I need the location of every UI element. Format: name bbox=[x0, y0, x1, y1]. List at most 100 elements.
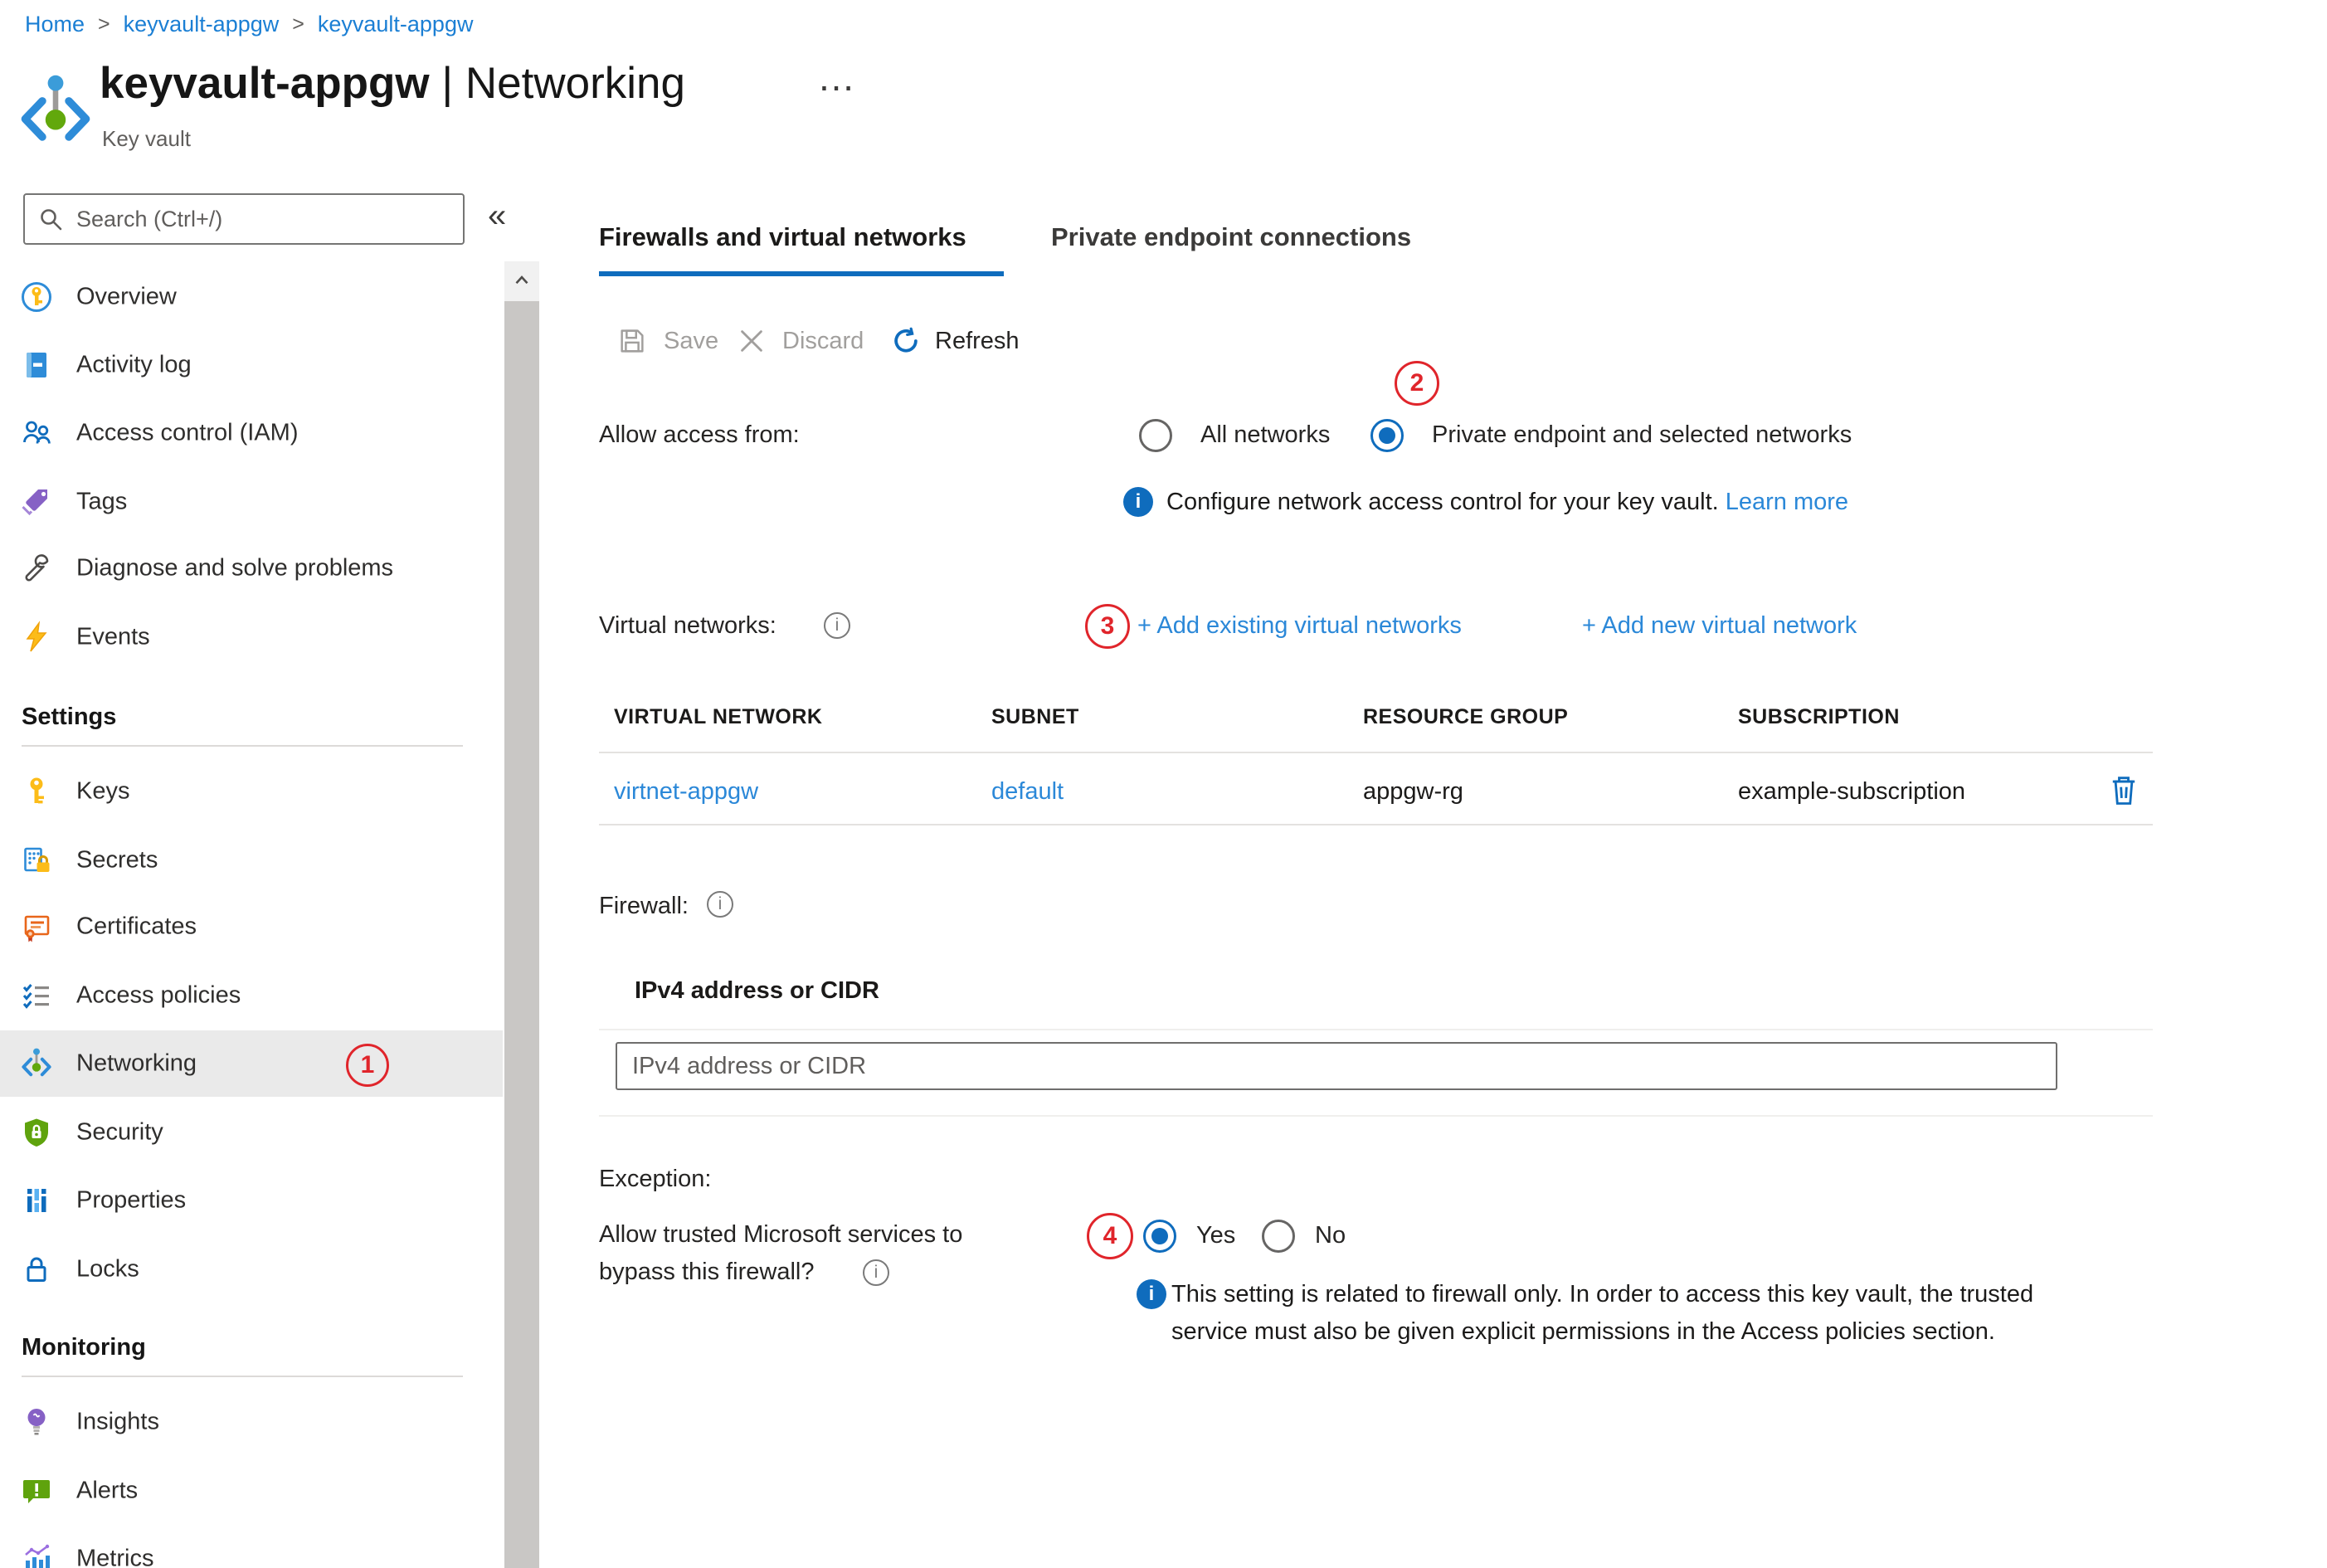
sidebar-item-certificates[interactable]: Certificates bbox=[0, 894, 503, 960]
access-control-icon bbox=[20, 416, 53, 450]
key-vault-icon bbox=[17, 70, 95, 153]
shield-icon bbox=[20, 1116, 53, 1149]
info-icon: i bbox=[1123, 487, 1153, 517]
more-button[interactable]: … bbox=[817, 55, 858, 100]
allow-access-label: Allow access from: bbox=[599, 421, 800, 448]
sidebar-item-insights[interactable]: Insights bbox=[0, 1389, 503, 1455]
breadcrumb-separator-icon: > bbox=[292, 12, 304, 36]
scrollbar-thumb[interactable] bbox=[504, 301, 539, 1568]
trusted-services-info-text: This setting is related to firewall only… bbox=[1171, 1281, 2034, 1345]
resource-group-cell: appgw-rg bbox=[1363, 778, 1463, 805]
breadcrumb-page-link[interactable]: keyvault-appgw bbox=[318, 12, 474, 37]
key-icon bbox=[20, 775, 53, 808]
ipv4-input[interactable] bbox=[616, 1042, 2057, 1090]
add-new-vnet-link[interactable]: + Add new virtual network bbox=[1582, 612, 1857, 640]
metrics-chart-icon bbox=[20, 1542, 53, 1568]
trusted-services-no-label[interactable]: No bbox=[1315, 1222, 1346, 1249]
alert-bubble-icon bbox=[20, 1474, 53, 1507]
divider bbox=[22, 1376, 463, 1377]
page-title: keyvault-appgw | Networking bbox=[100, 58, 685, 109]
sidebar-item-tags[interactable]: Tags bbox=[0, 469, 503, 535]
virtual-networks-tooltip-icon[interactable]: i bbox=[824, 612, 850, 639]
sidebar-item-overview[interactable]: Overview bbox=[0, 264, 503, 330]
collapse-sidebar-icon[interactable]: « bbox=[488, 197, 506, 235]
sidebar-item-activity-log[interactable]: Activity log bbox=[0, 332, 503, 398]
search-input[interactable] bbox=[75, 205, 418, 233]
annotation-3: 3 bbox=[1085, 604, 1130, 649]
breadcrumb: Home > keyvault-appgw > keyvault-appgw bbox=[25, 12, 473, 37]
private-endpoint-label[interactable]: Private endpoint and selected networks bbox=[1432, 421, 1852, 449]
private-endpoint-radio[interactable] bbox=[1370, 419, 1404, 452]
lock-icon bbox=[20, 1253, 53, 1286]
sidebar-item-security[interactable]: Security bbox=[0, 1099, 503, 1166]
tab-firewalls-and-virtual-networks[interactable]: Firewalls and virtual networks bbox=[599, 222, 966, 252]
all-networks-radio[interactable] bbox=[1139, 419, 1172, 452]
sidebar-heading-settings: Settings bbox=[22, 704, 117, 730]
sidebar-item-secrets[interactable]: Secrets bbox=[0, 827, 503, 894]
tags-icon bbox=[20, 485, 53, 519]
all-networks-label[interactable]: All networks bbox=[1200, 421, 1330, 449]
column-header-resource-group: RESOURCE GROUP bbox=[1363, 705, 1569, 728]
certificate-icon bbox=[20, 910, 53, 943]
subnet-cell-link[interactable]: default bbox=[991, 778, 1064, 806]
divider bbox=[599, 752, 2153, 753]
column-header-subnet: SUBNET bbox=[991, 705, 1079, 728]
annotation-1: 1 bbox=[346, 1044, 389, 1087]
trusted-services-question-line1: Allow trusted Microsoft services to bbox=[599, 1221, 963, 1248]
virtual-networks-label: Virtual networks: bbox=[599, 612, 776, 639]
info-icon: i bbox=[1137, 1279, 1166, 1309]
page-title-divider: | bbox=[441, 59, 454, 108]
trusted-services-no-radio[interactable] bbox=[1262, 1220, 1295, 1253]
breadcrumb-resource-link[interactable]: keyvault-appgw bbox=[124, 12, 280, 37]
trusted-services-yes-radio[interactable] bbox=[1143, 1220, 1176, 1253]
sidebar-heading-monitoring: Monitoring bbox=[22, 1334, 146, 1361]
annotation-4: 4 bbox=[1087, 1213, 1133, 1259]
page-subtitle: Key vault bbox=[102, 126, 191, 151]
vnet-cell-link[interactable]: virtnet-appgw bbox=[614, 778, 758, 806]
sidebar-item-diagnose[interactable]: Diagnose and solve problems bbox=[0, 535, 503, 601]
sidebar-search bbox=[23, 193, 465, 245]
save-button[interactable]: Save bbox=[664, 328, 718, 355]
sidebar-item-events[interactable]: Events bbox=[0, 604, 503, 670]
trusted-services-question-line2: bypass this firewall? bbox=[599, 1259, 815, 1285]
sidebar-item-alerts[interactable]: Alerts bbox=[0, 1458, 503, 1524]
sidebar-item-locks[interactable]: Locks bbox=[0, 1236, 503, 1303]
scrollbar-up-icon[interactable] bbox=[504, 261, 539, 299]
learn-more-link[interactable]: Learn more bbox=[1726, 489, 1848, 515]
lightbulb-icon bbox=[20, 1405, 53, 1439]
trusted-services-tooltip-icon[interactable]: i bbox=[863, 1259, 889, 1286]
secrets-icon bbox=[20, 844, 53, 877]
refresh-button[interactable]: Refresh bbox=[935, 328, 1020, 355]
trusted-services-yes-label[interactable]: Yes bbox=[1196, 1222, 1235, 1249]
firewall-tooltip-icon[interactable]: i bbox=[707, 891, 733, 918]
divider bbox=[599, 1115, 2153, 1117]
sidebar-item-keys[interactable]: Keys bbox=[0, 758, 503, 825]
divider bbox=[22, 745, 463, 747]
sidebar-item-networking[interactable]: Networking bbox=[0, 1030, 503, 1097]
overview-icon bbox=[20, 280, 53, 314]
checklist-icon bbox=[20, 979, 53, 1012]
sidebar-item-metrics[interactable]: Metrics bbox=[0, 1526, 503, 1568]
breadcrumb-separator-icon: > bbox=[98, 12, 110, 36]
divider bbox=[599, 1029, 2153, 1030]
properties-icon bbox=[20, 1184, 53, 1217]
add-existing-vnet-link[interactable]: + Add existing virtual networks bbox=[1137, 612, 1462, 640]
page-title-resource: keyvault-appgw bbox=[100, 59, 430, 108]
sidebar-scrollbar[interactable] bbox=[504, 261, 539, 1568]
delete-vnet-icon[interactable] bbox=[2105, 772, 2142, 808]
lightning-icon bbox=[20, 621, 53, 654]
breadcrumb-home-link[interactable]: Home bbox=[25, 12, 85, 37]
sidebar-item-properties[interactable]: Properties bbox=[0, 1167, 503, 1234]
exception-label: Exception: bbox=[599, 1166, 712, 1192]
ipv4-column-header: IPv4 address or CIDR bbox=[635, 977, 879, 1004]
active-tab-underline bbox=[599, 271, 1004, 276]
subscription-cell: example-subscription bbox=[1738, 778, 1966, 805]
column-header-subscription: SUBSCRIPTION bbox=[1738, 705, 1900, 728]
activity-log-icon bbox=[20, 348, 53, 382]
tab-private-endpoint-connections[interactable]: Private endpoint connections bbox=[1051, 222, 1411, 252]
discard-button[interactable]: Discard bbox=[782, 328, 864, 355]
column-header-virtual-network: VIRTUAL NETWORK bbox=[614, 705, 823, 728]
sidebar-item-access-policies[interactable]: Access policies bbox=[0, 962, 503, 1029]
search-icon bbox=[41, 209, 62, 231]
sidebar-item-access-control[interactable]: Access control (IAM) bbox=[0, 400, 503, 466]
